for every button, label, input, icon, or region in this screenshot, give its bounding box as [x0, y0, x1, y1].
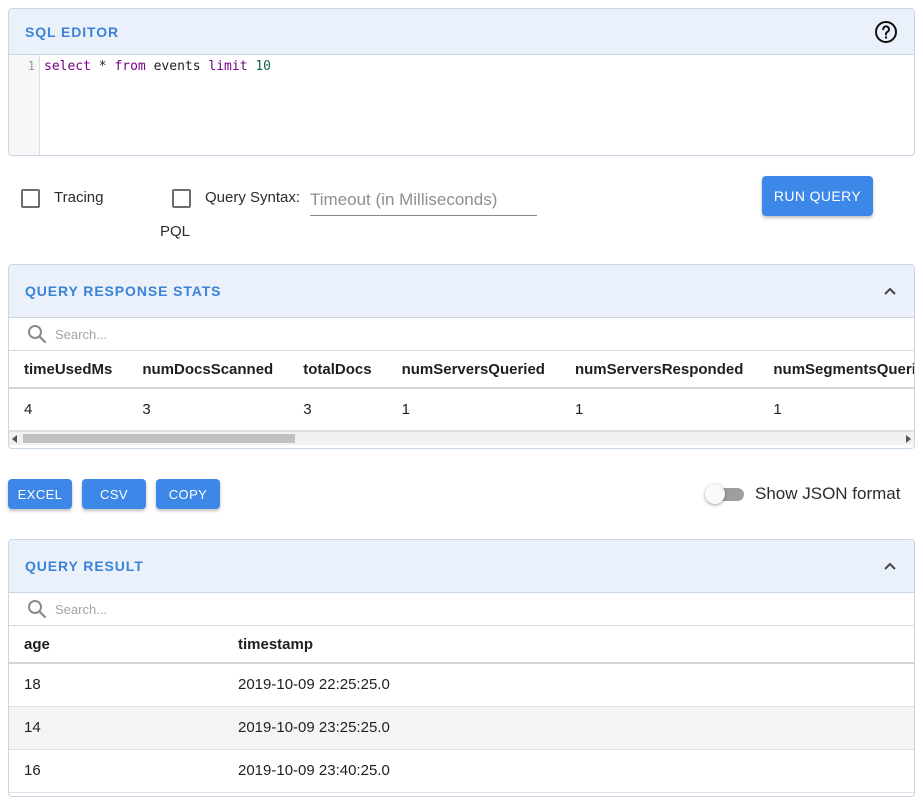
stats-header[interactable]: QUERY RESPONSE STATS — [9, 265, 914, 318]
keyword-select: select — [44, 59, 91, 74]
table-row: 18 2019-10-09 22:25:25.0 — [9, 663, 914, 707]
result-header[interactable]: QUERY RESULT — [9, 540, 914, 593]
timeout-input[interactable] — [310, 184, 537, 216]
query-response-stats-panel: QUERY RESPONSE STATS timeUsedMs numDocsS… — [8, 264, 915, 449]
table-cell: 2019-10-09 22:25:25.0 — [223, 663, 914, 707]
column-header[interactable]: numDocsScanned — [127, 351, 289, 389]
table-cell: 1 — [386, 388, 560, 431]
column-header[interactable]: numServersResponded — [559, 351, 759, 389]
keyword-from: from — [114, 59, 146, 74]
tracing-label: Tracing — [54, 189, 104, 206]
column-header[interactable]: age — [9, 626, 223, 664]
table-row: 4 3 3 1 1 1 — [9, 388, 914, 431]
stats-header-row: timeUsedMs numDocsScanned totalDocs numS… — [9, 351, 914, 389]
json-toggle-switch[interactable] — [705, 484, 725, 504]
horizontal-scrollbar[interactable] — [9, 430, 914, 445]
result-search-input[interactable] — [55, 601, 355, 617]
scroll-right-arrow-icon[interactable] — [906, 434, 911, 443]
search-icon — [28, 325, 47, 344]
pql-checkbox[interactable] — [172, 189, 191, 208]
query-syntax-label: Query Syntax: — [205, 189, 301, 206]
chevron-up-icon[interactable] — [882, 283, 898, 299]
result-title: QUERY RESULT — [25, 558, 144, 574]
table-cell: 2019-10-09 23:40:25.0 — [223, 749, 914, 793]
column-header[interactable]: numSegmentsQueried — [758, 351, 914, 389]
keyword-limit: limit — [208, 59, 248, 74]
run-query-button[interactable]: RUN QUERY — [762, 176, 873, 216]
tracing-checkbox[interactable] — [21, 189, 40, 208]
search-icon — [28, 600, 47, 619]
table-cell: 1 — [758, 388, 914, 431]
table-cell: 2019-10-09 23:25:25.0 — [223, 706, 914, 750]
query-result-panel: QUERY RESULT age timestamp 18 2019-10-09… — [8, 539, 915, 797]
sql-editor-header: SQL EDITOR — [9, 9, 914, 55]
stats-search-input[interactable] — [55, 326, 355, 342]
table-cell: 16 — [9, 749, 223, 793]
table-row: 14 2019-10-09 23:25:25.0 — [9, 706, 914, 750]
sql-query-text[interactable]: select * from events limit 10 — [40, 55, 271, 155]
pql-label: PQL — [160, 223, 191, 240]
token-number: 10 — [255, 59, 272, 74]
excel-button[interactable]: EXCEL — [8, 479, 72, 509]
column-header[interactable]: timestamp — [223, 626, 914, 664]
sql-code-editor[interactable]: 1 select * from events limit 10 — [9, 55, 914, 155]
line-number-gutter: 1 — [9, 55, 40, 155]
table-cell: 14 — [9, 706, 223, 750]
json-toggle-label: Show JSON format — [755, 484, 901, 503]
table-cell: 4 — [9, 388, 128, 431]
table-cell: 3 — [127, 388, 289, 431]
column-header[interactable]: totalDocs — [288, 351, 387, 389]
csv-button[interactable]: CSV — [82, 479, 146, 509]
token-star: * — [90, 59, 115, 74]
table-cell: 18 — [9, 663, 223, 707]
stats-title: QUERY RESPONSE STATS — [25, 283, 222, 299]
table-row: 16 2019-10-09 23:40:25.0 — [9, 749, 914, 793]
result-table: age timestamp 18 2019-10-09 22:25:25.0 1… — [9, 626, 914, 793]
stats-table: timeUsedMs numDocsScanned totalDocs numS… — [9, 351, 914, 431]
scrollbar-thumb[interactable] — [23, 433, 295, 443]
result-header-row: age timestamp — [9, 626, 914, 664]
column-header[interactable]: numServersQueried — [386, 351, 560, 389]
column-header[interactable]: timeUsedMs — [9, 351, 128, 389]
result-search-row — [9, 593, 914, 626]
table-cell: 3 — [288, 388, 387, 431]
line-number: 1 — [27, 59, 35, 73]
scroll-left-arrow-icon[interactable] — [12, 434, 17, 443]
table-cell: 1 — [559, 388, 759, 431]
help-circle-icon[interactable] — [874, 20, 898, 44]
copy-button[interactable]: COPY — [156, 479, 220, 509]
stats-search-row — [9, 318, 914, 351]
token-table: events — [145, 59, 209, 74]
sql-editor-title: SQL EDITOR — [25, 23, 120, 40]
chevron-up-icon[interactable] — [882, 558, 898, 574]
sql-editor-panel: SQL EDITOR 1 select * from events limit … — [8, 8, 915, 156]
